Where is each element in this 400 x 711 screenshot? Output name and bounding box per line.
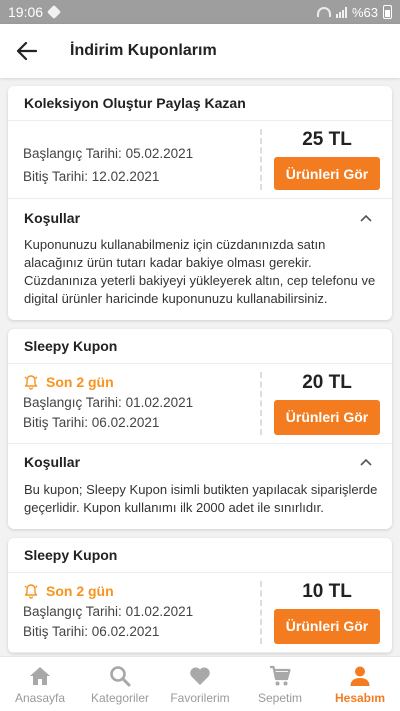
conditions-header[interactable]: Koşullar <box>8 199 392 236</box>
end-date-value: 06.02.2021 <box>91 415 160 431</box>
nav-item-cart[interactable]: Sepetim <box>240 657 320 711</box>
nav-item-favorites[interactable]: Favorilerim <box>160 657 240 711</box>
start-date-value: 05.02.2021 <box>125 146 194 161</box>
coupon-body: Son 2 gün Başlangıç Tarihi: 01.02.2021 B… <box>8 364 392 444</box>
wifi-icon <box>316 7 331 17</box>
coupon-body: Başlangıç Tarihi: 05.02.2021 Bitiş Tarih… <box>8 121 392 199</box>
end-date-row: Bitiş Tarihi: 06.02.2021 <box>23 413 245 433</box>
home-icon <box>28 664 52 688</box>
coupon-action: 20 TL Ürünleri Gör <box>260 371 392 435</box>
chevron-up-icon[interactable] <box>356 208 376 228</box>
conditions-title: Koşullar <box>24 209 81 226</box>
coupon-action: 25 TL Ürünleri Gör <box>260 129 392 190</box>
person-icon <box>348 664 372 688</box>
nav-label: Sepetim <box>257 690 303 705</box>
deadline-text: Son 2 gün <box>46 583 114 600</box>
coupon-dates: Son 2 gün Başlangıç Tarihi: 01.02.2021 B… <box>8 364 260 443</box>
view-products-button[interactable]: Ürünleri Gör <box>274 608 380 644</box>
conditions-text: Kuponunuzu kullanabilmeniz için cüzdanın… <box>24 237 376 306</box>
coupon-title: Sleepy Kupon <box>8 329 392 364</box>
conditions-text: Bu kupon; Sleepy Kupon isimli butikten y… <box>24 481 378 515</box>
start-date-value: 01.02.2021 <box>125 395 194 411</box>
chevron-up-icon[interactable] <box>356 452 376 472</box>
app-header: İndirim Kuponlarım <box>0 24 400 78</box>
nav-label: Favorilerim <box>170 690 230 705</box>
start-date-label: Başlangıç Tarihi: <box>23 604 122 620</box>
nav-label: Anasayfa <box>14 690 66 705</box>
start-date-label: Başlangıç Tarihi: <box>23 146 122 161</box>
nav-item-categories[interactable]: Kategoriler <box>80 657 160 711</box>
coupon-card: Sleepy Kupon Son 2 gün Başlangıç Tarihi:… <box>8 328 392 529</box>
view-products-button[interactable]: Ürünleri Gör <box>274 399 380 435</box>
coupon-amount: 20 TL <box>302 371 352 393</box>
arrow-back-icon <box>17 42 37 60</box>
nav-label: Hesabım <box>334 690 386 705</box>
coupon-title: Koleksiyon Oluştur Paylaş Kazan <box>8 86 392 121</box>
coupon-dates: Başlangıç Tarihi: 05.02.2021 Bitiş Tarih… <box>8 121 260 198</box>
coupon-card: Koleksiyon Oluştur Paylaş Kazan Başlangı… <box>8 86 392 320</box>
end-date-row: Bitiş Tarihi: 12.02.2021 <box>23 165 245 188</box>
bell-icon <box>24 584 38 599</box>
coupon-list[interactable]: Koleksiyon Oluştur Paylaş Kazan Başlangı… <box>0 78 400 656</box>
end-date-value: 06.02.2021 <box>91 624 160 640</box>
deadline-badge: Son 2 gün <box>23 581 245 602</box>
start-date-row: Başlangıç Tarihi: 01.02.2021 <box>23 602 245 622</box>
end-date-row: Bitiş Tarihi: 06.02.2021 <box>23 622 245 642</box>
coupon-amount: 25 TL <box>302 129 352 150</box>
coupon-body: Son 2 gün Başlangıç Tarihi: 01.02.2021 B… <box>8 573 392 653</box>
back-button[interactable] <box>0 24 54 78</box>
start-date-row: Başlangıç Tarihi: 05.02.2021 <box>23 142 245 165</box>
coupon-action: 10 TL Ürünleri Gör <box>260 580 392 644</box>
end-date-label: Bitiş Tarihi: <box>23 624 89 640</box>
coupon-title: Sleepy Kupon <box>8 538 392 573</box>
nav-item-account[interactable]: Hesabım <box>320 657 400 711</box>
bottom-navigation: Anasayfa Kategoriler Favorilerim Sepetim… <box>0 656 400 711</box>
end-date-label: Bitiş Tarihi: <box>23 169 89 184</box>
battery-icon <box>383 5 392 19</box>
status-time: 19:06 <box>8 4 44 20</box>
signal-icon <box>335 6 347 18</box>
nav-item-home[interactable]: Anasayfa <box>0 657 80 711</box>
conditions-title: Koşullar <box>24 454 81 471</box>
cart-icon <box>268 664 292 688</box>
search-icon <box>108 664 132 688</box>
coupon-card: Sleepy Kupon Son 2 gün Başlangıç Tarihi:… <box>8 537 392 653</box>
page-title: İndirim Kuponlarım <box>70 42 217 59</box>
end-date-label: Bitiş Tarihi: <box>23 415 89 431</box>
battery-percent: %63 <box>351 4 378 20</box>
conditions-header[interactable]: Koşullar <box>8 444 392 481</box>
end-date-value: 12.02.2021 <box>91 169 160 184</box>
coupon-amount: 10 TL <box>302 580 352 602</box>
start-date-label: Başlangıç Tarihi: <box>23 395 122 411</box>
coupon-dates: Son 2 gün Başlangıç Tarihi: 01.02.2021 B… <box>8 573 260 652</box>
nav-label: Kategoriler <box>90 690 150 705</box>
start-date-row: Başlangıç Tarihi: 01.02.2021 <box>23 393 245 413</box>
bell-icon <box>24 375 38 390</box>
app-notification-icon <box>46 4 62 20</box>
deadline-badge: Son 2 gün <box>23 372 245 393</box>
start-date-value: 01.02.2021 <box>125 604 194 620</box>
status-bar: 19:06 %63 <box>0 0 400 24</box>
deadline-text: Son 2 gün <box>46 374 114 391</box>
view-products-button[interactable]: Ürünleri Gör <box>274 157 380 190</box>
heart-icon <box>188 664 212 688</box>
